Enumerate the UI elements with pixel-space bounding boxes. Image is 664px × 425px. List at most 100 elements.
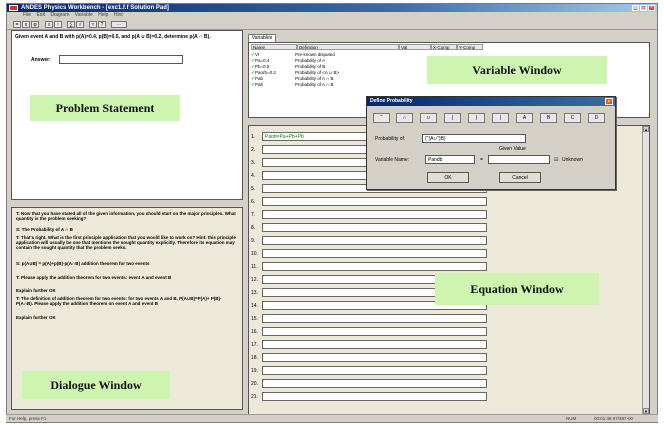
column-header-name[interactable]: Name	[251, 44, 297, 50]
symbol-button-not[interactable]: ˜	[373, 113, 390, 123]
equation-field[interactable]	[262, 366, 487, 375]
menu-edit[interactable]: Edit	[36, 12, 45, 19]
variable-row[interactable]: ✓Vt Pre-known disputed	[251, 52, 335, 57]
variable-window-label: Variable Window	[427, 56, 607, 84]
dialogue-pane: T: Now that you have stated all of the g…	[11, 207, 243, 410]
symbol-button-d[interactable]: D	[588, 113, 605, 123]
variable-row[interactable]: ✓Pa=0.4 Probability of A	[251, 58, 325, 63]
equation-field[interactable]	[262, 236, 487, 245]
variable-name-label: Variable Name:	[375, 157, 410, 163]
column-header-y-comp[interactable]: Y-Comp	[457, 44, 483, 50]
equation-number: 5.	[251, 186, 256, 192]
toolbar-button-2[interactable]: x	[22, 21, 30, 28]
equation-field[interactable]	[262, 314, 487, 323]
minimize-button[interactable]: _	[632, 5, 639, 11]
toolbar-button-8[interactable]: ≈	[89, 21, 97, 28]
equation-number: 15.	[251, 316, 258, 322]
column-header-x-comp[interactable]: X-Comp	[431, 44, 457, 50]
probability-of-field[interactable]: ("(A∪")B)	[422, 134, 526, 143]
variable-row[interactable]: ✓Pab Probability of A ∩ B	[251, 82, 334, 87]
variable-tabs: Variables	[248, 34, 650, 42]
toolbar-button-1[interactable]: =	[13, 21, 21, 28]
status-bar: For Help, press F1 NUM 00:01:48 97/387-0…	[6, 414, 658, 422]
symbol-button-b[interactable]: B	[540, 113, 557, 123]
variable-row[interactable]: ✓Paorb=0.2 Probability of <A ∪ B>	[251, 70, 339, 75]
symbol-button-union[interactable]: ∪	[420, 113, 437, 123]
equation-field[interactable]	[262, 392, 487, 401]
equation-row: 8.	[251, 223, 487, 233]
answer-label: Answer:	[31, 57, 51, 63]
equation-field[interactable]	[262, 379, 487, 388]
equation-number: 1.	[251, 134, 256, 140]
symbol-button-close-paren[interactable]: )	[468, 113, 485, 123]
equation-number: 11.	[251, 264, 258, 270]
scroll-up-icon[interactable]: ▲	[643, 126, 649, 132]
toolbar-button-6[interactable]: ∑	[67, 21, 75, 28]
equation-field[interactable]	[262, 340, 487, 349]
menu-help[interactable]: Help	[98, 12, 108, 19]
column-header-definition[interactable]: Definition	[297, 44, 399, 50]
title-bar: ANDES Physics Workbench - [exc1.f.f Solu…	[7, 4, 657, 12]
variable-row[interactable]: ✓Pb=0.5 Probability of B	[251, 64, 325, 69]
menu-hint[interactable]: Hint	[114, 12, 123, 19]
equation-field[interactable]	[262, 223, 487, 232]
column-header-value[interactable]: Val	[399, 44, 431, 50]
maximize-button[interactable]: □	[640, 5, 647, 11]
equation-row: 7.	[251, 210, 487, 220]
equation-row: 10.	[251, 249, 487, 259]
answer-field[interactable]	[59, 55, 183, 64]
equation-field[interactable]	[262, 353, 487, 362]
close-button[interactable]: ×	[648, 5, 655, 11]
equation-number: 17.	[251, 342, 258, 348]
ok-button[interactable]: OK	[427, 172, 469, 183]
equation-field[interactable]	[262, 262, 487, 271]
equation-field[interactable]	[262, 249, 487, 258]
explain-further-link[interactable]: Explain further OK	[16, 288, 238, 293]
checkbox-icon[interactable]: ☑	[554, 157, 558, 163]
status-help-text: For Help, press F1	[9, 416, 47, 421]
equation-row: 6.	[251, 197, 487, 207]
menu-file[interactable]: File	[23, 12, 31, 19]
vertical-scrollbar[interactable]: ▲ ▼	[642, 126, 649, 414]
toolbar-button-7[interactable]: √	[76, 21, 84, 28]
equation-row: 19.	[251, 366, 487, 376]
menu-variable[interactable]: Variable	[75, 12, 93, 19]
status-time: 00:01:48 97/387-00	[594, 416, 634, 421]
symbol-button-c[interactable]: C	[564, 113, 581, 123]
cancel-button[interactable]: Cancel	[499, 172, 541, 183]
tab-variables[interactable]: Variables	[248, 34, 276, 42]
symbol-button-a[interactable]: A	[516, 113, 533, 123]
variable-name-field[interactable]: Pandb	[425, 155, 475, 164]
equation-field[interactable]	[262, 210, 487, 219]
toolbar-button-4[interactable]: ℓ	[45, 21, 53, 28]
dialogue-line: T: The definition of addition theorem fo…	[16, 296, 222, 306]
hint-help-button[interactable]: ?	[98, 21, 106, 28]
equation-number: 21.	[251, 394, 258, 400]
equation-number: 16.	[251, 329, 258, 335]
toolbar-button-3[interactable]: φ	[31, 21, 39, 28]
equation-number: 18.	[251, 355, 258, 361]
equation-number: 20.	[251, 381, 258, 387]
equation-number: 3.	[251, 160, 256, 166]
explain-further-link[interactable]: Explain further OK	[16, 315, 238, 320]
status-bar-wrap: For Help, press F1 NUM 00:01:48 97/387-0…	[6, 413, 658, 422]
given-value-field[interactable]	[488, 155, 550, 164]
dialog-close-icon[interactable]: ×	[605, 98, 613, 105]
equation-number: 13.	[251, 290, 258, 296]
dialog-title: Define Probability	[367, 97, 615, 106]
toolbar-button-10[interactable]: ⋯	[111, 21, 127, 28]
equation-row: 18.	[251, 353, 487, 363]
menu-diagram[interactable]: Diagram	[50, 12, 69, 19]
equation-field[interactable]	[262, 197, 487, 206]
symbol-button-open-paren[interactable]: (	[444, 113, 461, 123]
equation-number: 19.	[251, 368, 258, 374]
variable-row[interactable]: ✓Pab Probability of A ∩ B	[251, 76, 334, 81]
symbol-button-intersection[interactable]: ∩	[396, 113, 413, 123]
symbol-button-given[interactable]: |	[492, 113, 509, 123]
toolbar-button-5[interactable]: ↑	[54, 21, 62, 28]
equation-number: 9.	[251, 238, 256, 244]
given-value-label: Given Value	[499, 146, 526, 152]
equation-field[interactable]	[262, 327, 487, 336]
equation-number: 6.	[251, 199, 256, 205]
equation-number: 2.	[251, 147, 256, 153]
